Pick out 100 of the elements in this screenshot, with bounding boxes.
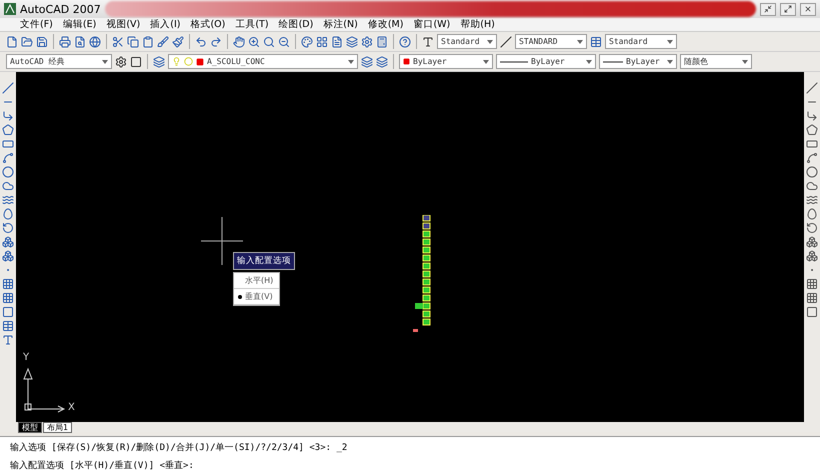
dropdown-arrow-icon[interactable]	[102, 60, 108, 64]
globe-icon[interactable]	[89, 36, 101, 48]
line-icon[interactable]	[806, 82, 818, 94]
dropdown-arrow-icon[interactable]	[483, 60, 489, 64]
command-line: 输入配置选项 [水平(H)/垂直(V)] <垂直>:	[10, 460, 195, 472]
printer-icon[interactable]	[59, 36, 71, 48]
text-style-dropdown[interactable]: Standard	[437, 34, 497, 49]
ucs-axes-icon	[22, 367, 66, 413]
zoom-in-icon[interactable]	[248, 36, 260, 48]
palette-icon[interactable]	[301, 36, 313, 48]
drawing-canvas[interactable]: 输入配置选项 水平(H) 垂直(V) Y X	[16, 72, 804, 422]
layers-icon[interactable]	[361, 56, 373, 68]
block-icon[interactable]	[806, 236, 818, 248]
gear-icon[interactable]	[361, 36, 373, 48]
search-icon[interactable]	[263, 36, 275, 48]
layer-dropdown[interactable]: A_SCOLU_CONC	[168, 54, 358, 69]
circle-icon[interactable]	[2, 166, 14, 178]
square-icon[interactable]	[130, 56, 142, 68]
table-style-dropdown[interactable]: Standard	[605, 34, 677, 49]
menu-item[interactable]: 编辑(E)	[62, 18, 96, 31]
grid-icon[interactable]	[316, 36, 328, 48]
menu-option[interactable]: 水平(H)	[234, 273, 279, 289]
text-icon[interactable]	[2, 334, 14, 346]
table-style-icon[interactable]	[590, 36, 602, 48]
rectangle-icon[interactable]	[806, 138, 818, 150]
window-title: AutoCAD 2007	[20, 2, 101, 16]
block-icon[interactable]	[806, 250, 818, 262]
app-logo-icon	[4, 3, 16, 15]
layout-tab[interactable]: 模型	[18, 422, 42, 432]
menu-item[interactable]: 标注(N)	[323, 18, 358, 31]
layers-icon[interactable]	[346, 36, 358, 48]
line-icon[interactable]	[2, 82, 14, 94]
layers-icon[interactable]	[376, 56, 388, 68]
table-icon[interactable]	[2, 320, 14, 332]
close-icon	[804, 5, 812, 13]
color-swatch-icon	[403, 58, 410, 65]
y-axis-label: Y	[23, 352, 30, 363]
menu-item[interactable]: 文件(F)	[20, 18, 53, 31]
maximize-button[interactable]	[780, 2, 796, 16]
brush-icon[interactable]	[157, 36, 169, 48]
save-icon[interactable]	[36, 36, 48, 48]
document-search-icon[interactable]	[74, 36, 86, 48]
folder-icon[interactable]	[21, 36, 33, 48]
line-sample-icon	[500, 60, 528, 62]
redo-icon[interactable]	[210, 36, 222, 48]
document-icon[interactable]	[331, 36, 343, 48]
hand-icon[interactable]	[233, 36, 245, 48]
dimension-style-icon[interactable]	[500, 36, 512, 48]
circle-icon[interactable]	[806, 166, 818, 178]
pentagon-icon[interactable]	[806, 124, 818, 136]
undo-icon[interactable]	[195, 36, 207, 48]
copy-icon[interactable]	[127, 36, 139, 48]
menu-item[interactable]: 绘图(D)	[278, 18, 314, 31]
block-icon[interactable]	[2, 250, 14, 262]
menu-item[interactable]: 工具(T)	[235, 18, 269, 31]
menu-item[interactable]: 视图(V)	[106, 18, 140, 31]
new-file-icon[interactable]	[6, 36, 18, 48]
dimension-style-dropdown[interactable]: STANDARD	[515, 34, 587, 49]
x-axis-label: X	[68, 402, 75, 413]
plot-style-dropdown[interactable]: 随颜色	[680, 54, 752, 69]
command-line: 输入选项 [保存(S)/恢复(R)/删除(D)/合并(J)/单一(SI)/?/2/3/4] <3>: _2	[10, 442, 348, 454]
menu-item[interactable]: 插入(I)	[150, 18, 180, 31]
dropdown-arrow-icon[interactable]	[577, 40, 583, 44]
block-icon[interactable]	[2, 236, 14, 248]
dropdown-arrow-icon[interactable]	[487, 40, 493, 44]
text-style-icon[interactable]	[422, 36, 434, 48]
close-button[interactable]	[800, 2, 816, 16]
dropdown-arrow-icon[interactable]	[742, 60, 748, 64]
menu-item[interactable]: 修改(M)	[368, 18, 404, 31]
maximize-icon	[784, 5, 792, 13]
linetype-dropdown[interactable]: ByLayer	[496, 54, 596, 69]
menu-item[interactable]: 窗口(W)	[413, 18, 450, 31]
cloud-icon[interactable]	[2, 180, 14, 192]
paintbrush-icon[interactable]	[172, 36, 184, 48]
menu-item[interactable]: 帮助(H)	[460, 18, 495, 31]
menu-option[interactable]: 垂直(V)	[234, 289, 279, 305]
zoom-out-icon[interactable]	[278, 36, 290, 48]
pentagon-icon[interactable]	[2, 124, 14, 136]
arc-icon[interactable]	[2, 152, 14, 164]
dropdown-arrow-icon[interactable]	[348, 60, 354, 64]
help-icon[interactable]	[399, 36, 411, 48]
cloud-icon[interactable]	[806, 180, 818, 192]
layers-icon[interactable]	[153, 56, 165, 68]
workspace-dropdown[interactable]: AutoCAD 经典	[6, 54, 112, 69]
radio-dot-icon	[238, 294, 242, 298]
layout-tab[interactable]: 布局1	[43, 422, 72, 432]
arc-icon[interactable]	[806, 152, 818, 164]
clipboard-icon[interactable]	[142, 36, 154, 48]
menu-item[interactable]: 格式(O)	[190, 18, 226, 31]
minimize-button[interactable]	[760, 2, 776, 16]
color-swatch-icon[interactable]	[196, 58, 204, 66]
cut-icon[interactable]	[112, 36, 124, 48]
dropdown-arrow-icon[interactable]	[667, 60, 673, 64]
lineweight-dropdown[interactable]: ByLayer	[599, 54, 677, 69]
dropdown-arrow-icon[interactable]	[586, 60, 592, 64]
color-dropdown[interactable]: ByLayer	[399, 54, 493, 69]
calculator-icon[interactable]	[376, 36, 388, 48]
gear-icon[interactable]	[115, 56, 127, 68]
dropdown-arrow-icon[interactable]	[667, 40, 673, 44]
rectangle-icon[interactable]	[2, 138, 14, 150]
